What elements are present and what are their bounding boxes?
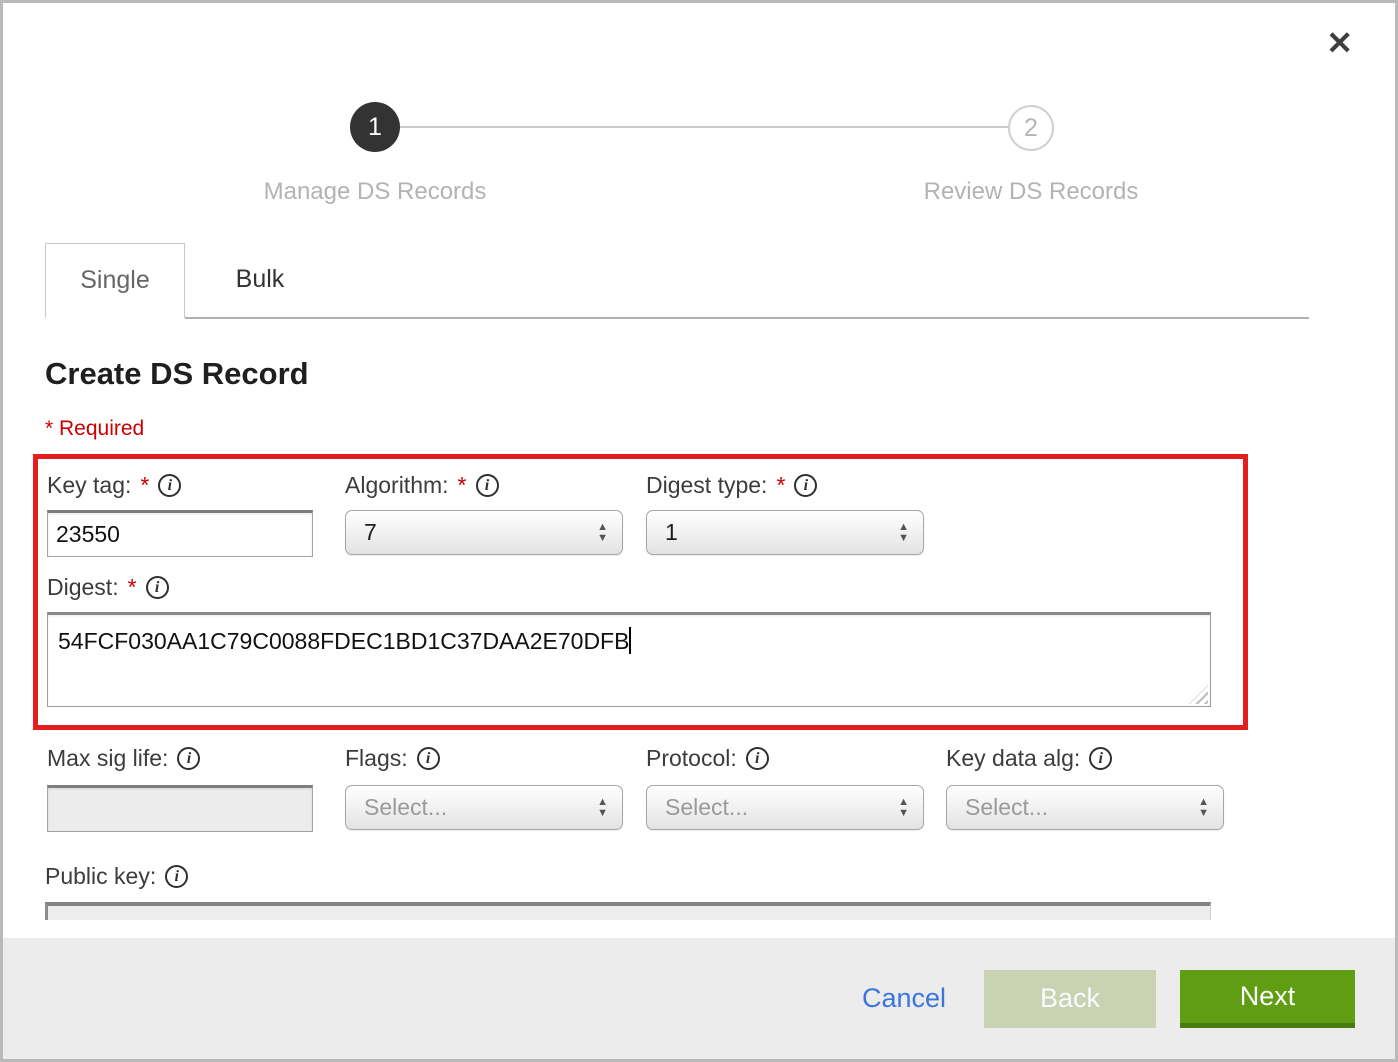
protocol-select[interactable]: Select... ▲▼ [646, 785, 924, 830]
digest-type-selected-value: 1 [665, 519, 898, 546]
max-sig-life-label: Max sig life: [47, 745, 168, 772]
field-public-key: Public key: i [45, 863, 1395, 920]
wizard-stepper: 1 2 Manage DS Records Review DS Records [3, 102, 1395, 208]
step-label-manage: Manage DS Records [195, 178, 555, 206]
step-indicator-manage: 1 [350, 102, 400, 152]
info-icon[interactable]: i [417, 747, 440, 770]
select-arrows-icon: ▲▼ [898, 798, 909, 818]
select-arrows-icon: ▲▼ [1198, 798, 1209, 818]
info-icon[interactable]: i [158, 474, 181, 497]
algorithm-select[interactable]: 7 ▲▼ [345, 510, 623, 555]
create-ds-record-modal: ✕ 1 2 Manage DS Records Review DS Record… [0, 0, 1398, 1062]
digest-type-label: Digest type: [646, 472, 767, 499]
digest-textarea[interactable]: 54FCF030AA1C79C0088FDEC1BD1C37DAA2E70DFB [47, 612, 1211, 707]
key-data-alg-label: Key data alg: [946, 745, 1080, 772]
flags-selected-value: Select... [364, 794, 597, 821]
field-max-sig-life: Max sig life: i [47, 745, 345, 832]
key-tag-input[interactable] [47, 510, 313, 557]
field-flags: Flags: i Select... ▲▼ [345, 745, 646, 832]
protocol-selected-value: Select... [665, 794, 898, 821]
select-arrows-icon: ▲▼ [597, 523, 608, 543]
digest-type-select[interactable]: 1 ▲▼ [646, 510, 924, 555]
info-icon[interactable]: i [746, 747, 769, 770]
step-number: 1 [368, 113, 382, 142]
key-data-alg-select[interactable]: Select... ▲▼ [946, 785, 1224, 830]
select-arrows-icon: ▲▼ [898, 523, 909, 543]
field-digest-type: Digest type: * i 1 ▲▼ [646, 472, 946, 557]
text-cursor [629, 627, 631, 654]
tab-bar: Single Bulk [45, 241, 1309, 319]
field-digest: Digest: * i 54FCF030AA1C79C0088FDEC1BD1C… [47, 574, 1243, 707]
field-protocol: Protocol: i Select... ▲▼ [646, 745, 946, 832]
tab-single[interactable]: Single [45, 243, 185, 319]
required-asterisk: * [458, 472, 467, 499]
field-key-data-alg: Key data alg: i Select... ▲▼ [946, 745, 1226, 832]
info-icon[interactable]: i [165, 865, 188, 888]
modal-footer: Cancel Back Next [3, 938, 1395, 1059]
required-fields-highlight-box: Key tag: * i Algorithm: * i 7 ▲▼ [33, 454, 1248, 730]
protocol-label: Protocol: [646, 745, 737, 772]
key-data-alg-selected-value: Select... [965, 794, 1198, 821]
info-icon[interactable]: i [476, 474, 499, 497]
field-key-tag: Key tag: * i [47, 472, 345, 557]
info-icon[interactable]: i [1089, 747, 1112, 770]
required-asterisk: * [128, 574, 137, 601]
max-sig-life-input[interactable] [47, 785, 313, 832]
public-key-label: Public key: [45, 863, 156, 890]
algorithm-label: Algorithm: [345, 472, 449, 499]
info-icon[interactable]: i [794, 474, 817, 497]
required-asterisk: * [776, 472, 785, 499]
info-icon[interactable]: i [177, 747, 200, 770]
select-arrows-icon: ▲▼ [597, 798, 608, 818]
step-indicator-review: 2 [1008, 105, 1054, 151]
tab-bulk[interactable]: Bulk [185, 241, 335, 317]
optional-fields-row: Max sig life: i Flags: i Select... ▲▼ Pr… [47, 745, 1395, 832]
cancel-button[interactable]: Cancel [862, 983, 946, 1014]
next-button[interactable]: Next [1180, 970, 1355, 1028]
page-title: Create DS Record [45, 356, 1395, 392]
required-asterisk: * [140, 472, 149, 499]
step-number: 2 [1024, 114, 1038, 143]
info-icon[interactable]: i [146, 576, 169, 599]
digest-label: Digest: [47, 574, 119, 601]
flags-select[interactable]: Select... ▲▼ [345, 785, 623, 830]
step-label-review: Review DS Records [851, 178, 1211, 206]
required-note: * Required [45, 417, 1395, 441]
digest-value: 54FCF030AA1C79C0088FDEC1BD1C37DAA2E70DFB [58, 628, 629, 654]
stepper-connector-line [375, 126, 1031, 128]
field-algorithm: Algorithm: * i 7 ▲▼ [345, 472, 646, 557]
public-key-textarea[interactable] [45, 902, 1211, 920]
algorithm-selected-value: 7 [364, 519, 597, 546]
close-icon[interactable]: ✕ [1326, 27, 1353, 59]
resize-handle[interactable] [1189, 685, 1208, 704]
key-tag-label: Key tag: [47, 472, 131, 499]
back-button[interactable]: Back [984, 970, 1156, 1028]
flags-label: Flags: [345, 745, 408, 772]
